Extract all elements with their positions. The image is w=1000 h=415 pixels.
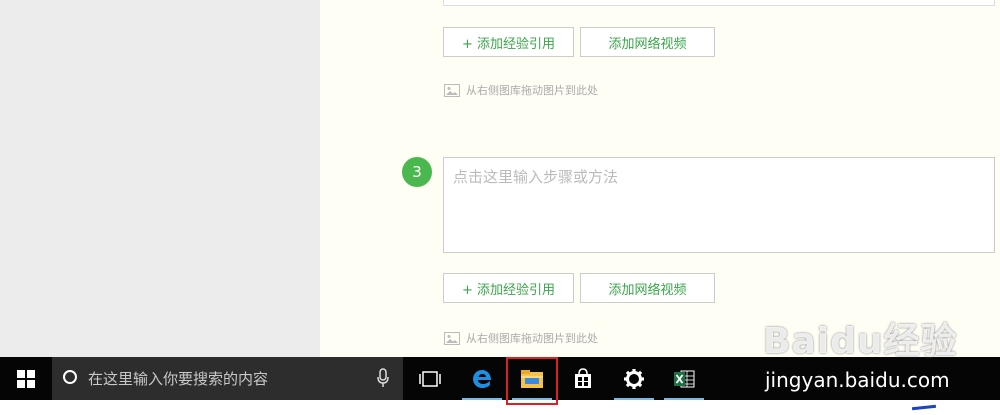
active-indicator	[614, 398, 654, 400]
add-video-button-2[interactable]: 添加网络视频	[580, 273, 715, 303]
store-icon	[575, 367, 591, 388]
settings-button[interactable]	[610, 357, 658, 400]
pen-mark	[911, 404, 937, 411]
step-placeholder: 点击这里输入步骤或方法	[453, 168, 619, 186]
search-placeholder: 在这里输入你要搜索的内容	[88, 370, 269, 388]
drag-image-hint-2: 从右侧图库拖动图片到此处	[444, 330, 598, 346]
watermark-brand: Baidu经验	[763, 321, 958, 362]
windows-start-icon	[17, 369, 35, 388]
microphone-icon[interactable]	[377, 368, 389, 388]
baidu-watermark: Baidu经验 jingyan.baidu.com	[763, 312, 993, 392]
excel-button[interactable]	[660, 357, 708, 400]
add-experience-button-2[interactable]: + 添加经验引用	[443, 273, 574, 303]
add-experience-button[interactable]: + 添加经验引用	[443, 27, 574, 57]
edge-button[interactable]	[458, 357, 506, 400]
watermark-url: jingyan.baidu.com	[765, 368, 950, 392]
excel-icon	[674, 370, 695, 387]
left-panel	[0, 0, 320, 357]
task-view-icon	[419, 370, 441, 387]
cortana-icon	[63, 370, 77, 384]
previous-step-textbox[interactable]	[443, 0, 995, 6]
task-view-button[interactable]	[405, 357, 455, 400]
image-icon	[444, 331, 460, 345]
drag-hint-text: 从右侧图库拖动图片到此处	[466, 332, 598, 345]
drag-image-hint: 从右侧图库拖动图片到此处	[444, 82, 598, 98]
add-video-button[interactable]: 添加网络视频	[580, 27, 715, 57]
taskbar-search-box[interactable]: 在这里输入你要搜索的内容	[52, 357, 403, 400]
store-button[interactable]	[558, 357, 608, 400]
gear-icon	[624, 368, 644, 389]
edge-icon	[473, 369, 491, 388]
drag-hint-text: 从右侧图库拖动图片到此处	[466, 84, 598, 97]
active-indicator	[664, 398, 704, 400]
start-button[interactable]	[0, 357, 52, 400]
active-indicator	[462, 398, 502, 400]
step-input[interactable]: 点击这里输入步骤或方法	[443, 157, 995, 253]
step-number-badge: 3	[402, 157, 432, 187]
image-icon	[444, 83, 460, 97]
highlight-box	[506, 357, 558, 405]
